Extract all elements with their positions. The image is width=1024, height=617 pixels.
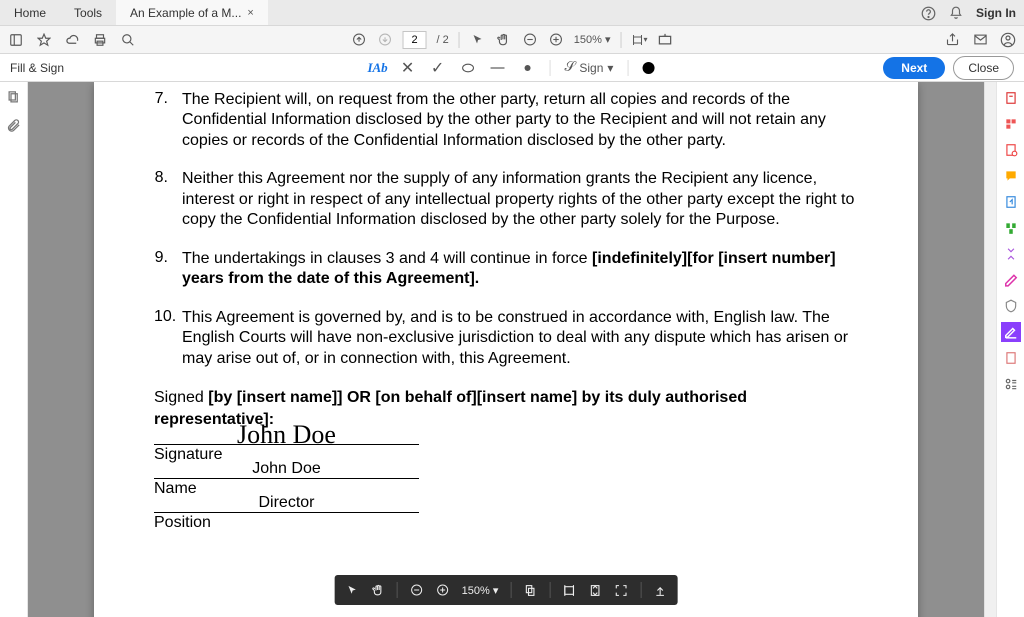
thumbnails-icon[interactable] <box>6 90 22 106</box>
organize-icon[interactable] <box>1001 218 1021 238</box>
float-hand-icon[interactable] <box>371 583 385 597</box>
comment-icon[interactable] <box>1001 166 1021 186</box>
combine-icon[interactable] <box>1001 114 1021 134</box>
pointer-icon[interactable] <box>470 32 486 48</box>
float-zoom-out-icon[interactable] <box>410 583 424 597</box>
page-total: / 2 <box>437 34 449 46</box>
position-label: Position <box>154 514 419 532</box>
star-icon[interactable] <box>36 32 52 48</box>
main-toolbar: / 2 150% ▾ ▾ <box>0 26 1024 54</box>
page-number-input[interactable] <box>403 31 427 49</box>
attachments-icon[interactable] <box>6 118 22 134</box>
right-rail <box>996 82 1024 617</box>
float-fullscreen-icon[interactable] <box>614 583 628 597</box>
zoom-out-icon[interactable] <box>522 32 538 48</box>
zoom-level[interactable]: 150% ▾ <box>574 33 611 46</box>
print-icon[interactable] <box>92 32 108 48</box>
next-button[interactable]: Next <box>883 57 945 79</box>
close-button[interactable]: Close <box>953 56 1014 80</box>
float-zoom-in-icon[interactable] <box>436 583 450 597</box>
tab-home[interactable]: Home <box>0 0 60 25</box>
fit-width-icon[interactable]: ▾ <box>631 32 647 48</box>
sidebar-toggle-icon[interactable] <box>8 32 24 48</box>
float-zoom-level[interactable]: 150% ▾ <box>462 584 499 597</box>
more-tools-icon-2[interactable] <box>1001 374 1021 394</box>
pdf-page: 7.The Recipient will, on request from th… <box>94 82 918 617</box>
protect-icon[interactable] <box>1001 296 1021 316</box>
search-icon[interactable] <box>120 32 136 48</box>
hand-icon[interactable] <box>496 32 512 48</box>
create-pdf-icon[interactable] <box>1001 88 1021 108</box>
circle-tool[interactable] <box>460 60 476 76</box>
sign-tool[interactable]: 𝒮Sign ▾ <box>565 60 614 76</box>
tab-bar: Home Tools An Example of a M... × Sign I… <box>0 0 1024 26</box>
float-fit-icon[interactable] <box>562 583 576 597</box>
scrollbar[interactable] <box>984 82 996 617</box>
dot-tool[interactable] <box>520 60 536 76</box>
float-rotate-icon[interactable] <box>523 583 537 597</box>
float-read-mode-icon[interactable] <box>653 583 667 597</box>
checkmark-tool[interactable]: ✓ <box>430 60 446 76</box>
help-icon[interactable] <box>920 5 936 21</box>
zoom-in-icon[interactable] <box>548 32 564 48</box>
fill-sign-label: Fill & Sign <box>10 61 64 75</box>
bell-icon[interactable] <box>948 5 964 21</box>
fill-sign-bar: Fill & Sign IAb ✕ ✓ 𝒮Sign ▾ Next Close <box>0 54 1024 82</box>
color-picker[interactable] <box>642 62 654 74</box>
floating-toolbar: 150% ▾ <box>335 575 678 605</box>
read-mode-icon[interactable] <box>657 32 673 48</box>
close-tab-icon[interactable]: × <box>247 7 253 19</box>
sign-in-link[interactable]: Sign In <box>976 6 1016 20</box>
export-icon[interactable] <box>1001 192 1021 212</box>
signature-value: John Doe <box>154 420 419 450</box>
tab-document[interactable]: An Example of a M... × <box>116 0 268 25</box>
account-icon[interactable] <box>1000 32 1016 48</box>
name-value: John Doe <box>154 460 419 478</box>
page-up-icon[interactable] <box>351 32 367 48</box>
add-text-tool[interactable]: IAb <box>370 60 386 76</box>
position-value: Director <box>154 494 419 512</box>
redact-icon[interactable] <box>1001 270 1021 290</box>
x-mark-tool[interactable]: ✕ <box>400 60 416 76</box>
cloud-icon[interactable] <box>64 32 80 48</box>
float-fit-page-icon[interactable] <box>588 583 602 597</box>
more-tools-icon-1[interactable] <box>1001 348 1021 368</box>
page-down-icon[interactable] <box>377 32 393 48</box>
left-rail <box>0 82 28 617</box>
line-tool[interactable] <box>490 60 506 76</box>
edit-pdf-icon[interactable] <box>1001 140 1021 160</box>
main-area: 7.The Recipient will, on request from th… <box>0 82 1024 617</box>
document-viewport[interactable]: 7.The Recipient will, on request from th… <box>28 82 984 617</box>
tab-tools[interactable]: Tools <box>60 0 116 25</box>
compress-icon[interactable] <box>1001 244 1021 264</box>
share-icon[interactable] <box>944 32 960 48</box>
fill-sign-tool-icon[interactable] <box>1001 322 1021 342</box>
float-pointer-icon[interactable] <box>345 583 359 597</box>
email-icon[interactable] <box>972 32 988 48</box>
